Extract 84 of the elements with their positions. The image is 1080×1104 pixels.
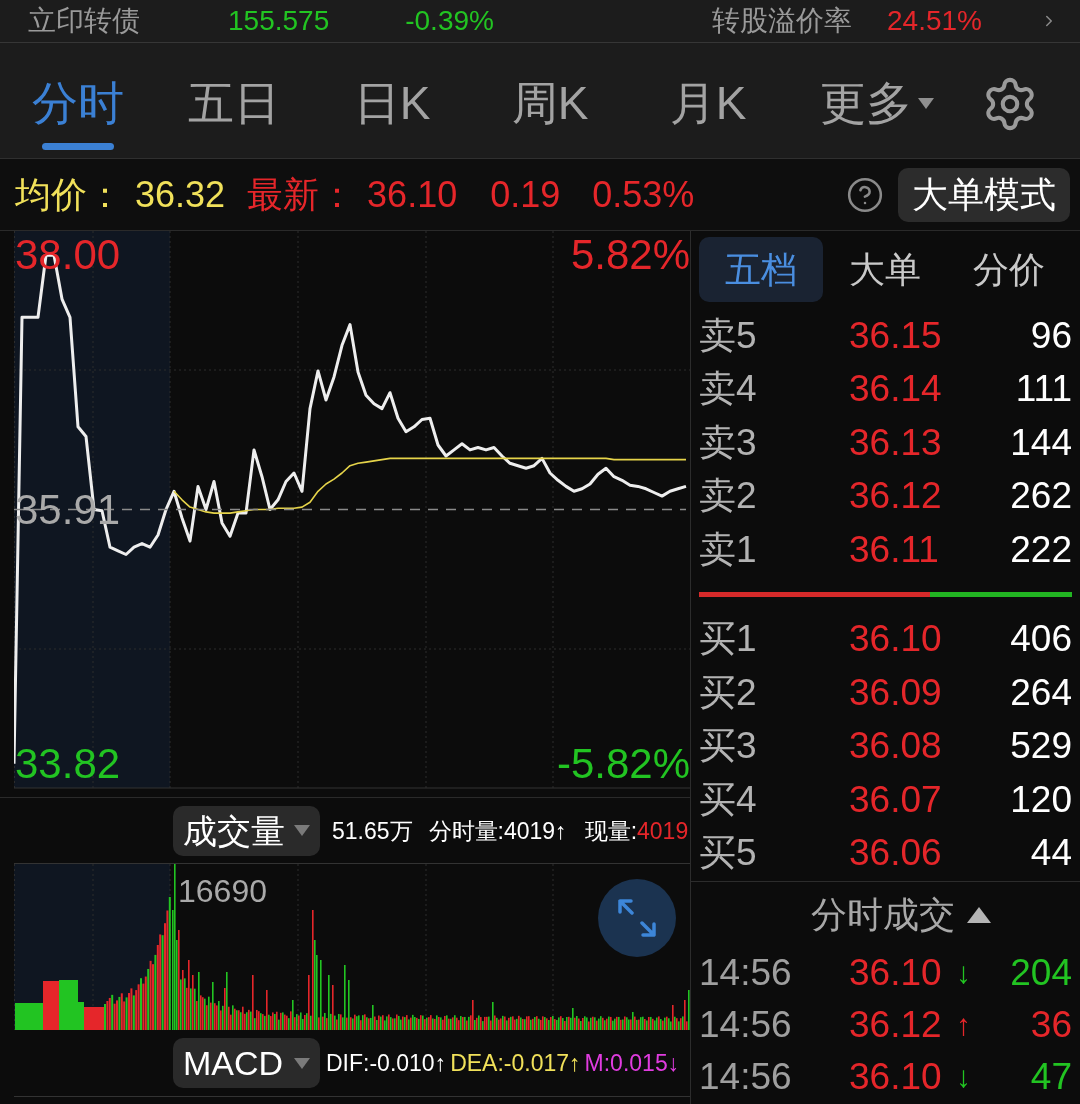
latest-price-value: 36.10 (367, 174, 458, 215)
dif-value: DIF:-0.010↑ (326, 1049, 447, 1078)
order-level-label: 卖1 (699, 529, 757, 570)
price-change-percent: 0.53% (592, 174, 695, 215)
volume-indicator-dropdown[interactable]: 成交量 (173, 805, 320, 856)
current-volume-value: 4019 (637, 816, 689, 846)
trade-price: 36.12 (849, 1005, 942, 1045)
order-volume: 144 (1010, 422, 1072, 463)
order-volume: 222 (1010, 529, 1072, 570)
order-price: 36.10 (849, 619, 942, 660)
indicator-dropdown[interactable]: MACD (173, 1038, 320, 1088)
trade-direction-arrow: ↓ (956, 1059, 971, 1095)
price-change-value: 0.19 (490, 174, 561, 215)
trade-time: 14:56 (699, 1057, 792, 1097)
order-level-label: 卖4 (699, 369, 757, 410)
caret-down-icon (294, 1057, 310, 1069)
order-level-label: 卖3 (699, 422, 757, 463)
price-axis-label: 33.82 (15, 741, 121, 786)
trade-time: 14:56 (699, 1005, 792, 1045)
trade-price: 36.10 (849, 953, 942, 993)
trade-volume: 47 (1030, 1057, 1072, 1097)
order-level-label: 买1 (699, 619, 757, 660)
order-level-label: 买3 (699, 726, 757, 767)
order-book-tab[interactable]: 分价 (947, 237, 1071, 302)
help-icon[interactable] (846, 175, 884, 214)
total-volume: 51.65万 (332, 816, 413, 846)
minute-volume: 分时量:4019↑ (428, 816, 567, 846)
order-book-tab[interactable]: 五档 (699, 237, 823, 302)
order-price: 36.11 (849, 529, 939, 570)
dea-value: DEA:-0.017↑ (450, 1049, 581, 1078)
change-percent-label: 5.82% (570, 233, 690, 277)
order-level-label: 卖2 (699, 476, 757, 517)
order-price: 36.14 (849, 369, 942, 410)
order-level-label: 买4 (699, 779, 757, 820)
order-price: 36.15 (849, 315, 942, 356)
order-price: 36.06 (849, 833, 942, 874)
premium-label: 转股溢价率 (712, 5, 853, 37)
trade-price: 36.10 (849, 1057, 942, 1097)
bond-price: 155.575 (228, 5, 330, 37)
chart-period-tab[interactable]: 月K (669, 75, 747, 150)
order-book-tab[interactable]: 大单 (823, 237, 947, 302)
big-order-mode-button[interactable]: 大单模式 (898, 167, 1070, 222)
chart-period-tab[interactable]: 日K (353, 75, 431, 150)
caret-down-icon (918, 97, 934, 109)
order-volume: 264 (1010, 672, 1072, 713)
chart-period-tab[interactable]: 分时 (32, 75, 124, 150)
order-level-label: 买2 (699, 672, 757, 713)
chart-period-tab[interactable]: 周K (511, 75, 589, 150)
order-price: 36.13 (849, 422, 942, 463)
bond-name: 立印转债 (28, 5, 140, 37)
order-price: 36.09 (849, 672, 942, 713)
order-volume: 262 (1010, 476, 1072, 517)
order-price: 36.08 (849, 726, 942, 767)
more-dropdown[interactable]: 更多 (820, 75, 934, 150)
caret-down-icon (294, 825, 310, 836)
average-price-value: 36.32 (135, 174, 226, 215)
order-volume: 406 (1010, 619, 1072, 660)
trade-direction-arrow: ↑ (956, 1007, 971, 1043)
premium-value: 24.51% (887, 5, 982, 37)
bond-change: -0.39% (405, 5, 494, 37)
change-percent-label: -5.82% (556, 742, 690, 786)
price-axis-label: 38.00 (15, 233, 121, 278)
order-level-label: 买5 (699, 833, 757, 874)
order-volume: 120 (1010, 779, 1072, 820)
caret-up-icon (966, 906, 991, 923)
macd-value: M:0.015↓ (584, 1049, 680, 1078)
order-volume: 96 (1030, 315, 1072, 356)
order-price: 36.07 (849, 779, 942, 820)
order-price: 36.12 (849, 476, 942, 517)
trade-volume: 36 (1030, 1005, 1072, 1045)
trade-volume: 204 (1010, 953, 1072, 993)
order-volume: 111 (1015, 369, 1072, 410)
order-volume: 529 (1010, 726, 1072, 767)
latest-price-label: 最新： (247, 174, 356, 215)
trade-list-title: 分时成交 (810, 894, 955, 935)
max-volume-label: 16690 (178, 874, 267, 908)
trade-direction-arrow: ↓ (956, 955, 971, 991)
chart-period-tab[interactable]: 五日 (188, 75, 280, 150)
current-volume-label: 现量: (584, 816, 637, 846)
average-price-label: 均价： (15, 174, 123, 215)
trade-time: 14:56 (699, 953, 792, 993)
expand-icon (618, 899, 656, 937)
order-volume: 44 (1030, 833, 1072, 874)
order-level-label: 卖5 (699, 315, 757, 356)
